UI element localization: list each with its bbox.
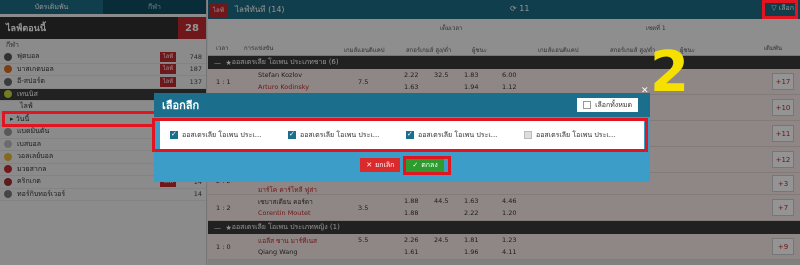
league-option[interactable]: ออสเตรเลีย โอเพน ประเ... xyxy=(170,130,288,141)
cancel-label: ยกเลิก xyxy=(375,160,395,169)
cancel-button[interactable]: ✕ ยกเลิก xyxy=(360,158,401,172)
league-option-label: ออสเตรเลีย โอเพน ประเ... xyxy=(418,130,498,139)
checkbox-checked-icon xyxy=(406,130,414,139)
select-league-modal: เลือกลีก เลือกทั้งหมด ออสเตรเลีย โอเพน ป… xyxy=(154,93,650,182)
league-option[interactable]: ออสเตรเลีย โอเพน ประเ... xyxy=(288,130,406,141)
modal-title: เลือกลีก xyxy=(162,99,200,112)
league-option[interactable]: ออสเตรเลีย โอเพน ประเ... xyxy=(406,130,524,141)
league-option-label: ออสเตรเลีย โอเพน ประเ... xyxy=(182,130,262,139)
checkbox-unchecked-icon xyxy=(524,131,532,139)
checkbox-icon xyxy=(583,101,592,109)
league-option-label: ออสเตรเลีย โอเพน ประเ... xyxy=(536,130,616,139)
checkbox-checked-icon xyxy=(288,130,296,139)
close-icon: ✕ xyxy=(366,161,373,169)
league-options: ออสเตรเลีย โอเพน ประเ... ออสเตรเลีย โอเพ… xyxy=(160,121,644,149)
select-all-label: เลือกทั้งหมด xyxy=(595,100,632,109)
modal-close-icon[interactable]: ✕ xyxy=(641,86,651,96)
modal-header: เลือกลีก เลือกทั้งหมด xyxy=(154,93,650,117)
modal-buttons: ✕ ยกเลิก ✓ ตกลง xyxy=(154,158,650,172)
step-annotation: 2 xyxy=(650,40,689,105)
check-icon: ✓ xyxy=(412,161,419,169)
checkbox-checked-icon xyxy=(170,130,178,139)
ok-button[interactable]: ✓ ตกลง xyxy=(406,158,444,172)
league-option-label: ออสเตรเลีย โอเพน ประเ... xyxy=(300,130,380,139)
select-all-checkbox[interactable]: เลือกทั้งหมด xyxy=(577,98,638,112)
league-option[interactable]: ออสเตรเลีย โอเพน ประเ... xyxy=(524,130,642,141)
ok-label: ตกลง xyxy=(421,160,438,169)
